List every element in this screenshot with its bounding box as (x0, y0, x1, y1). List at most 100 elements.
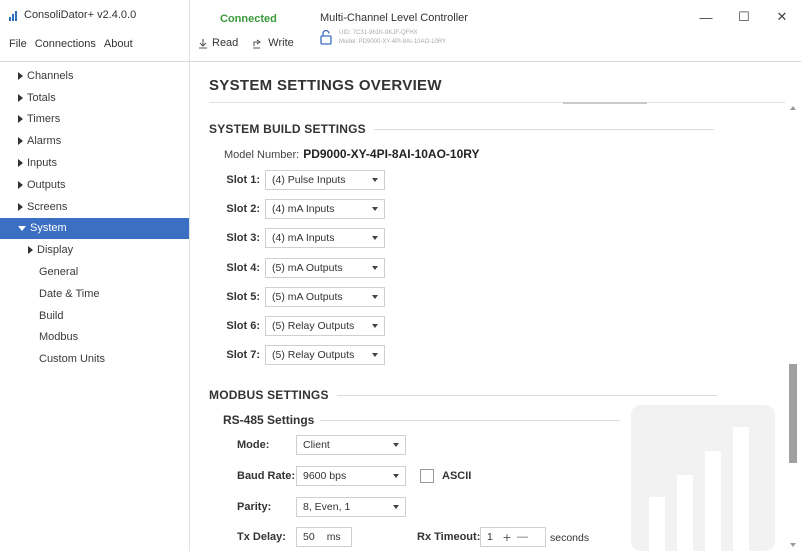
expand-arrow-icon (28, 246, 33, 255)
mode-label: Mode: (237, 439, 270, 451)
plus-icon[interactable]: + (503, 529, 511, 545)
select-value: 8, Even, 1 (303, 501, 351, 513)
model-number-label: Model Number: (224, 149, 300, 161)
sidebar-item-date-time[interactable]: Date & Time (0, 283, 189, 305)
sidebar-item-label: Inputs (27, 157, 57, 170)
sidebar-item-label: System (30, 222, 67, 235)
slot-row: Slot 3: (4) mA Inputs (191, 228, 385, 248)
app-title-text: ConsoliDator+ v2.4.0.0 (24, 9, 137, 21)
sidebar-item-screens[interactable]: Screens (0, 196, 189, 218)
maximize-button[interactable]: ☐ (725, 0, 763, 34)
expand-arrow-icon (18, 159, 23, 168)
rx-timeout-stepper[interactable]: 1 + — (480, 527, 546, 547)
slot-4-select[interactable]: (5) mA Outputs (265, 258, 385, 278)
sidebar-item-channels[interactable]: Channels (0, 65, 189, 87)
read-write-toolbar: Read Write (198, 37, 294, 49)
slot-5-select[interactable]: (5) mA Outputs (265, 287, 385, 307)
slot-1-select[interactable]: (4) Pulse Inputs (265, 170, 385, 190)
menu-connections[interactable]: Connections (35, 38, 96, 50)
menu-about[interactable]: About (104, 38, 133, 50)
sidebar-item-timers[interactable]: Timers (0, 109, 189, 131)
expand-arrow-icon (18, 180, 23, 189)
slot-label: Slot 5: (226, 291, 260, 303)
scroll-up-icon[interactable] (790, 106, 796, 110)
ascii-label: ASCII (442, 470, 472, 482)
read-button[interactable]: Read (198, 37, 238, 49)
slot-label: Slot 1: (226, 174, 260, 186)
slot-6-select[interactable]: (5) Relay Outputs (265, 316, 385, 336)
upload-icon (253, 39, 262, 49)
sidebar-item-outputs[interactable]: Outputs (0, 174, 189, 196)
tx-delay-unit: ms (326, 531, 341, 543)
slot-3-select[interactable]: (4) mA Inputs (265, 228, 385, 248)
chevron-down-icon (393, 443, 399, 447)
scroll-down-icon[interactable] (790, 543, 796, 547)
sidebar: Channels Totals Timers Alarms Inputs Out… (0, 62, 190, 551)
select-value: (4) mA Inputs (272, 232, 335, 244)
connection-status: Connected (220, 13, 277, 25)
build-settings-heading: SYSTEM BUILD SETTINGS (209, 122, 714, 136)
sidebar-item-system[interactable]: System (0, 217, 189, 240)
menu-file[interactable]: File (9, 38, 27, 50)
section-title: SYSTEM BUILD SETTINGS (209, 122, 366, 136)
sidebar-item-custom-units[interactable]: Custom Units (0, 348, 189, 370)
sidebar-item-label: Screens (27, 200, 68, 213)
select-value: (5) Relay Outputs (272, 349, 355, 361)
slot-2-select[interactable]: (4) mA Inputs (265, 199, 385, 219)
menu-bar: File Connections About (9, 38, 133, 50)
scrollbar-thumb[interactable] (789, 364, 797, 463)
chevron-down-icon (372, 353, 378, 357)
sidebar-item-alarms[interactable]: Alarms (0, 130, 189, 152)
slot-label: Slot 2: (226, 203, 260, 215)
sidebar-item-totals[interactable]: Totals (0, 87, 189, 109)
ascii-checkbox[interactable] (420, 469, 434, 483)
chevron-down-icon (372, 207, 378, 211)
tx-delay-value: 50 (303, 531, 315, 543)
minimize-button[interactable]: — (687, 0, 725, 34)
read-label: Read (212, 37, 239, 49)
minus-icon[interactable]: — (517, 531, 528, 543)
parity-select[interactable]: 8, Even, 1 (296, 497, 406, 517)
expand-arrow-icon (18, 93, 23, 102)
rs485-heading: RS-485 Settings (223, 413, 621, 427)
sidebar-item-label: General (39, 266, 79, 279)
slot-label: Slot 6: (226, 320, 260, 332)
mode-select[interactable]: Client (296, 435, 406, 455)
baud-rate-select[interactable]: 9600 bps (296, 466, 406, 486)
slot-7-select[interactable]: (5) Relay Outputs (265, 345, 385, 365)
sidebar-item-label: Custom Units (39, 353, 106, 366)
write-button[interactable]: Write (252, 37, 294, 49)
sidebar-item-label: Modbus (39, 331, 79, 344)
vertical-scrollbar[interactable] (785, 96, 801, 551)
page-title: SYSTEM SETTINGS OVERVIEW (209, 77, 442, 94)
slot-row: Slot 2: (4) mA Inputs (191, 199, 385, 219)
slot-label: Slot 7: (226, 349, 260, 361)
select-value: (4) Pulse Inputs (272, 174, 346, 186)
sidebar-item-modbus[interactable]: Modbus (0, 327, 189, 349)
sidebar-item-display[interactable]: Display (0, 239, 189, 261)
chevron-down-icon (393, 505, 399, 509)
slot-row: Slot 4: (5) mA Outputs (191, 258, 385, 278)
sidebar-item-inputs[interactable]: Inputs (0, 152, 189, 174)
tx-delay-label: Tx Delay: (237, 531, 286, 543)
close-button[interactable]: ✕ (763, 0, 801, 34)
rx-timeout-label: Rx Timeout: (417, 531, 481, 543)
chevron-down-icon (372, 178, 378, 182)
expand-arrow-icon (18, 202, 23, 211)
sidebar-item-build[interactable]: Build (0, 305, 189, 327)
sidebar-item-general[interactable]: General (0, 261, 189, 283)
app-logo-icon (9, 10, 21, 21)
divider (563, 102, 647, 104)
write-label: Write (268, 37, 294, 49)
lock-icon (320, 29, 332, 45)
divider (209, 102, 785, 103)
expand-arrow-icon (18, 137, 23, 146)
tx-delay-input[interactable]: 50 ms (296, 527, 352, 547)
device-uid: UID: 7C31-961K-9KJF-QFHX (339, 30, 418, 36)
app-title: ConsoliDator+ v2.4.0.0 (9, 9, 136, 21)
divider (373, 128, 714, 130)
select-value: (5) mA Outputs (272, 291, 343, 303)
main-content: SYSTEM SETTINGS OVERVIEW SYSTEM BUILD SE… (191, 62, 785, 551)
expand-arrow-icon (18, 71, 23, 80)
divider (320, 419, 621, 421)
